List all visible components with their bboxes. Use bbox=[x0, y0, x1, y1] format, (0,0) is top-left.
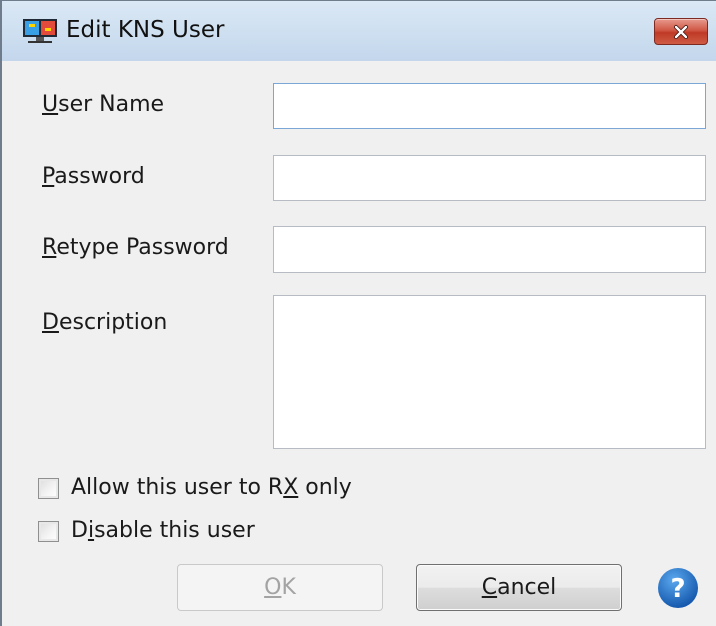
description-label: Description bbox=[42, 310, 168, 335]
password-label: Password bbox=[42, 164, 145, 189]
window-title: Edit KNS User bbox=[66, 17, 225, 43]
cancel-button[interactable]: Cancel bbox=[416, 564, 622, 611]
rx-only-label[interactable]: Allow this user to RX only bbox=[71, 473, 352, 503]
help-icon[interactable]: ? bbox=[657, 567, 699, 609]
description-textarea[interactable] bbox=[273, 295, 706, 449]
close-button[interactable] bbox=[654, 18, 708, 45]
retype-password-input[interactable] bbox=[273, 226, 706, 273]
user-name-label: User Name bbox=[42, 92, 165, 117]
retype-password-label: Retype Password bbox=[42, 235, 229, 260]
disable-user-option[interactable]: Disable this user bbox=[38, 516, 255, 546]
password-input[interactable] bbox=[273, 155, 706, 201]
close-icon bbox=[674, 24, 688, 39]
rx-only-option[interactable]: Allow this user to RX only bbox=[38, 473, 352, 503]
monitor-app-icon bbox=[23, 19, 57, 43]
svg-text:?: ? bbox=[670, 574, 685, 604]
ok-button[interactable]: OK bbox=[177, 564, 383, 611]
user-name-input[interactable] bbox=[273, 83, 706, 129]
title-bar[interactable]: Edit KNS User bbox=[2, 1, 716, 61]
disable-user-checkbox[interactable] bbox=[38, 520, 59, 542]
disable-user-label[interactable]: Disable this user bbox=[71, 516, 255, 546]
edit-kns-user-dialog: Edit KNS User User Name Password Retype … bbox=[0, 0, 716, 626]
rx-only-checkbox[interactable] bbox=[38, 477, 59, 499]
